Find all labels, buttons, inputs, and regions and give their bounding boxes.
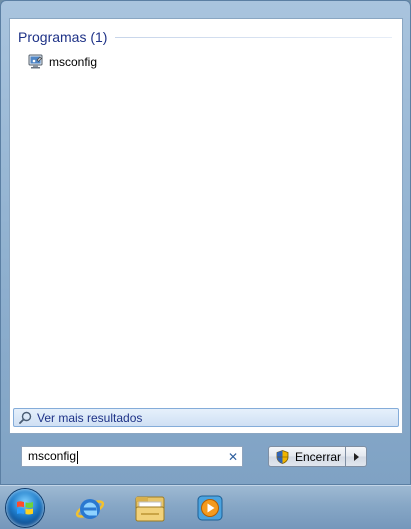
search-input-text: msconfig xyxy=(22,449,224,464)
windows-flag-icon xyxy=(17,501,33,515)
chevron-right-icon xyxy=(353,452,359,461)
section-divider xyxy=(115,36,392,38)
shutdown-button[interactable]: Encerrar xyxy=(268,446,346,467)
magnifier-icon xyxy=(19,411,32,424)
uac-shield-icon xyxy=(276,449,289,464)
start-orb[interactable] xyxy=(6,489,44,527)
windows-explorer-icon[interactable] xyxy=(132,491,168,525)
search-results-panel: Programas (1) msconfig Ver mais resultad… xyxy=(9,18,403,434)
shutdown-label: Encerrar xyxy=(295,449,342,464)
shutdown-options-button[interactable] xyxy=(346,446,367,467)
see-more-label: Ver mais resultados xyxy=(37,410,143,425)
section-title: Programas (1) xyxy=(18,29,108,45)
start-menu: Programas (1) msconfig Ver mais resultad… xyxy=(0,0,411,485)
program-label: msconfig xyxy=(49,55,98,69)
section-header-programs: Programas (1) xyxy=(18,27,392,47)
see-more-results-link[interactable]: Ver mais resultados xyxy=(13,408,399,427)
search-input[interactable]: msconfig ✕ xyxy=(21,446,243,467)
search-value: msconfig xyxy=(28,449,77,464)
text-caret xyxy=(77,450,79,464)
internet-explorer-icon[interactable] xyxy=(72,491,108,525)
windows-media-player-icon[interactable] xyxy=(192,491,228,525)
shutdown-group: Encerrar xyxy=(268,446,367,467)
program-item-msconfig[interactable]: msconfig xyxy=(28,52,168,72)
msconfig-icon xyxy=(28,54,43,69)
clear-search-button[interactable]: ✕ xyxy=(224,450,242,464)
